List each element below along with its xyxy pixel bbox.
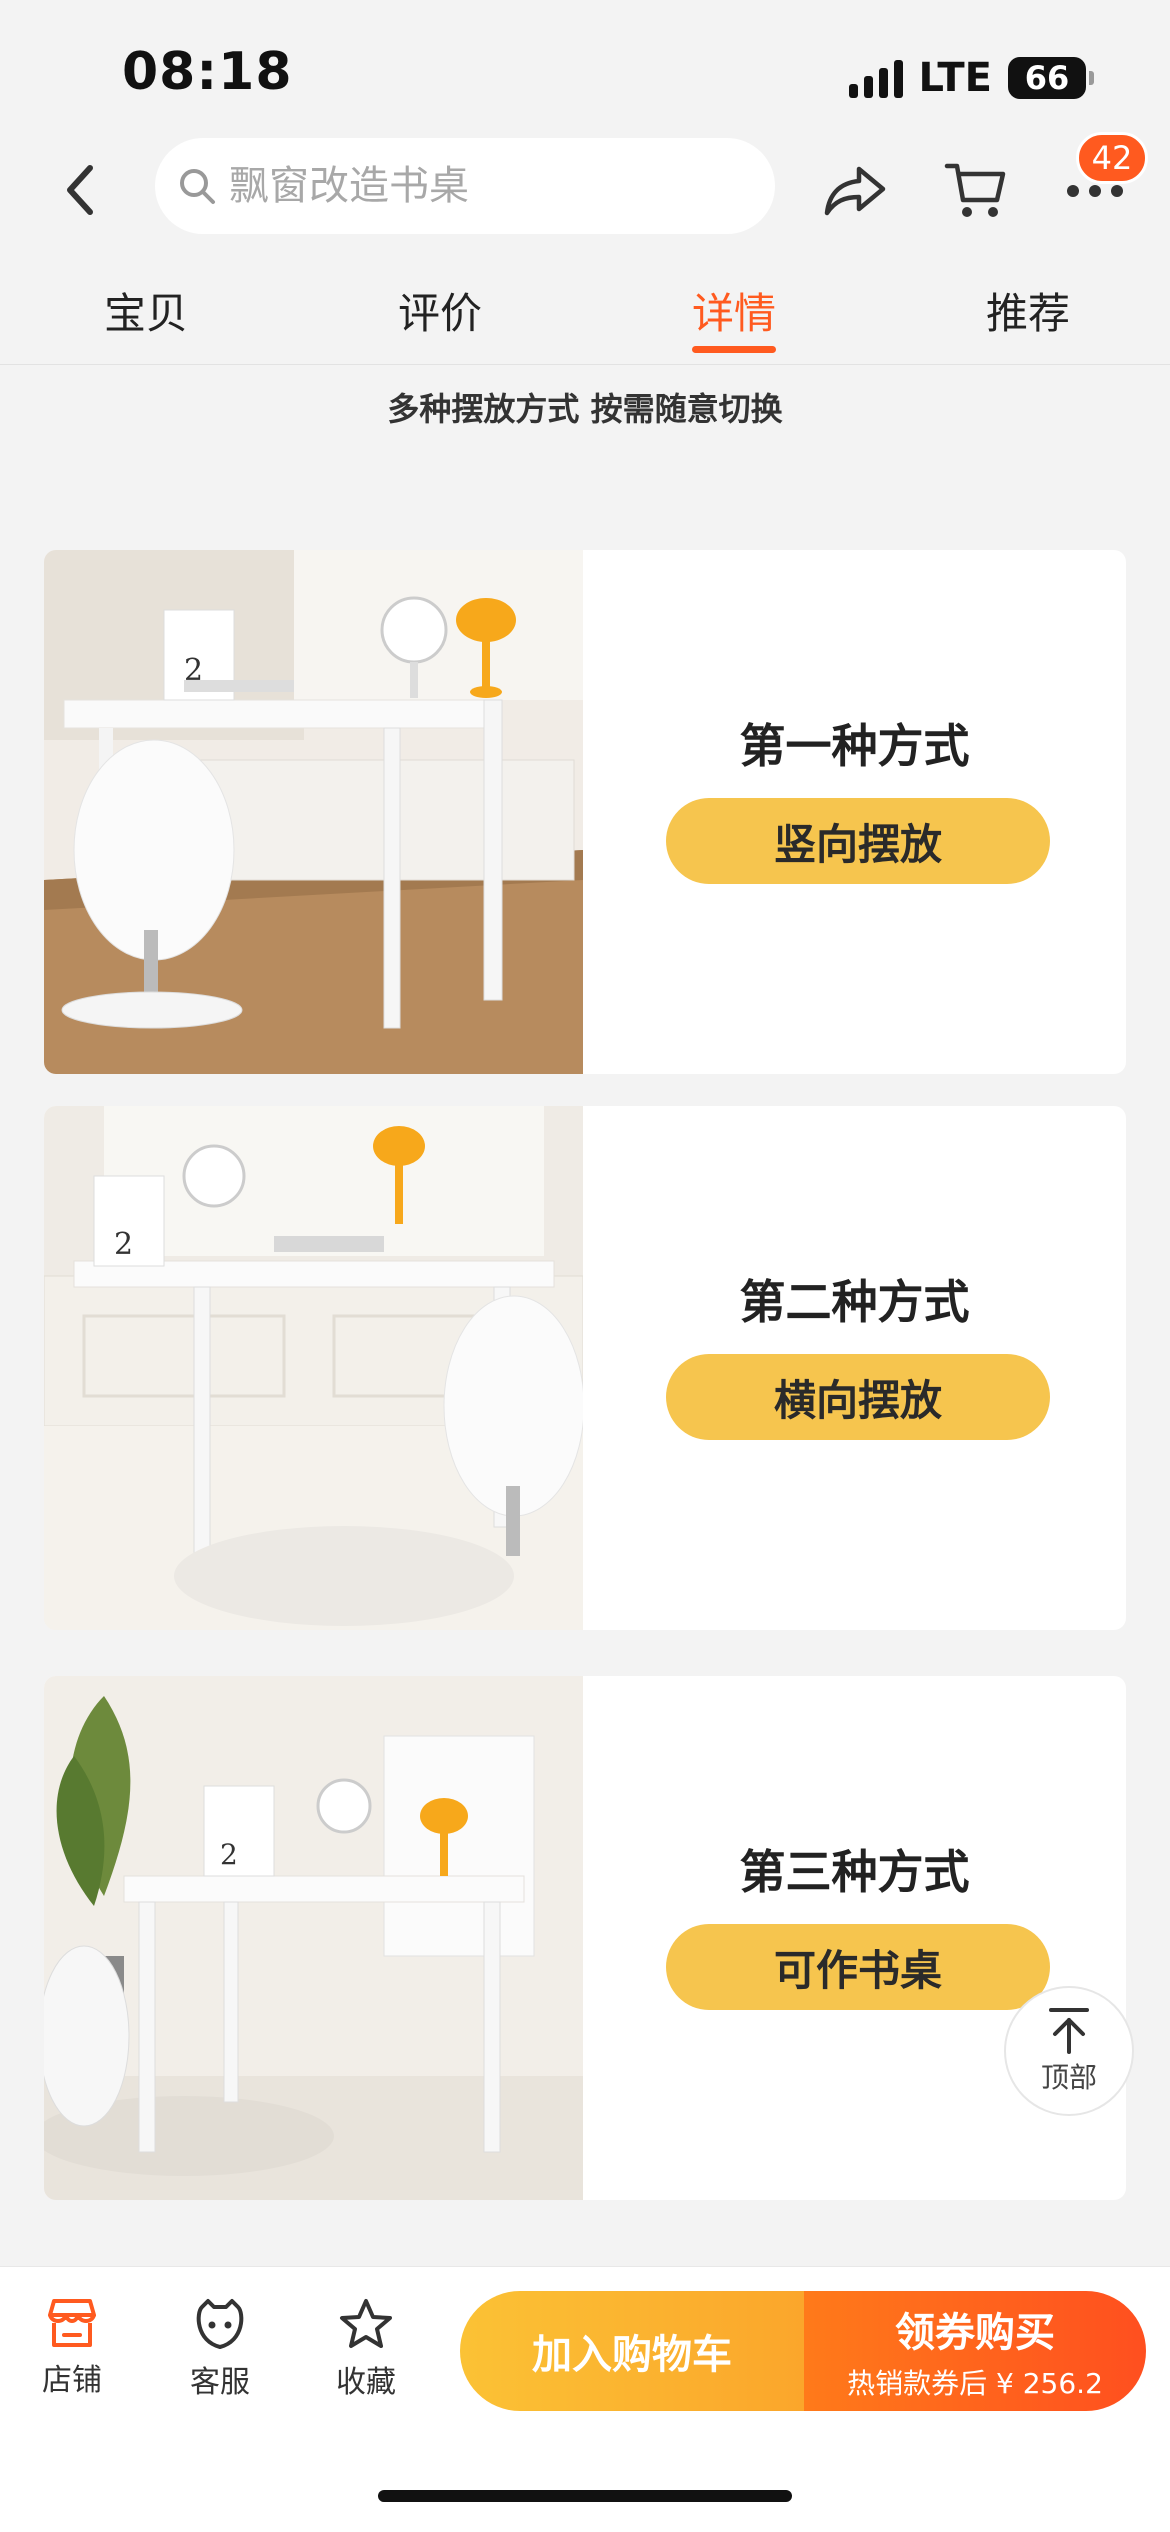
favorite-button[interactable]: 收藏 (306, 2297, 426, 2401)
arrow-up-icon (1049, 2008, 1089, 2054)
more-dots-icon (1067, 185, 1123, 197)
back-button[interactable] (50, 160, 110, 220)
tab-label: 评价 (397, 289, 482, 338)
cart-button[interactable] (940, 156, 1010, 226)
back-arrow-icon (67, 165, 93, 215)
back-to-top-label: 顶部 (1040, 2061, 1097, 2094)
placement-option-card: 2 第二种方式 横向摆放 (44, 1106, 1126, 1630)
detail-heading: 多种摆放方式 按需随意切换 (387, 390, 783, 428)
placement-option-card: 2 第三种方式 可作书桌 (44, 1676, 1126, 2200)
customer-service-button[interactable]: 客服 (160, 2297, 280, 2401)
buy-label: 领券购买 (895, 2310, 1055, 2356)
status-bar: 08:18 LTE 66 (0, 0, 1170, 140)
share-button[interactable] (820, 156, 890, 226)
signal-icon (848, 58, 903, 98)
tab-label: 推荐 (985, 289, 1070, 338)
back-to-top-button[interactable]: 顶部 (1004, 1986, 1134, 2116)
placement-option-card: 2 第一种方式 竖向摆放 (44, 550, 1126, 1074)
status-time: 08:18 (122, 42, 293, 102)
add-to-cart-button[interactable]: 加入购物车 (460, 2291, 804, 2411)
cart-icon (944, 163, 1006, 217)
option-tag: 横向摆放 (666, 1354, 1050, 1440)
svg-text:2: 2 (114, 1227, 133, 1262)
buy-price-hint: 热销款券后 ¥ 256.2 (847, 2367, 1103, 2400)
favorite-label: 收藏 (336, 2365, 396, 2400)
search-input[interactable] (229, 163, 749, 209)
tab-recommend[interactable]: 推荐 (938, 280, 1118, 341)
store-icon (48, 2299, 96, 2347)
tab-bar: 宝贝 评价 详情 推荐 (0, 270, 1170, 364)
status-indicators: LTE 66 (848, 50, 1094, 106)
store-label: 店铺 (42, 2363, 102, 2398)
option-title: 第一种方式 (739, 719, 970, 773)
header: 42 (0, 132, 1170, 246)
svg-text:2: 2 (220, 1838, 238, 1871)
active-tab-indicator (692, 346, 776, 353)
search-bar[interactable] (155, 138, 775, 234)
tab-reviews[interactable]: 评价 (350, 280, 530, 341)
option-tag: 可作书桌 (666, 1924, 1050, 2010)
store-button[interactable]: 店铺 (12, 2297, 132, 2399)
divider (0, 364, 1170, 365)
option-title: 第三种方式 (739, 1845, 970, 1899)
service-label: 客服 (190, 2365, 250, 2400)
option-tag: 竖向摆放 (666, 798, 1050, 884)
service-icon (196, 2299, 244, 2349)
desk-photo: 2 (44, 550, 583, 1074)
battery-level: 66 (1008, 57, 1086, 99)
cart-count-badge: 42 (1076, 132, 1148, 184)
desk-photo: 2 (44, 1676, 583, 2200)
option-title: 第二种方式 (739, 1275, 970, 1329)
add-to-cart-label: 加入购物车 (532, 2332, 732, 2378)
desk-photo: 2 (44, 1106, 583, 1630)
tab-label: 详情 (691, 289, 776, 338)
star-icon (340, 2299, 392, 2348)
tab-details[interactable]: 详情 (644, 280, 824, 353)
search-icon (180, 169, 215, 204)
buy-with-coupon-button[interactable]: 领券购买 热销款券后 ¥ 256.2 (804, 2291, 1146, 2411)
battery-icon: 66 (1008, 57, 1094, 99)
tab-product[interactable]: 宝贝 (56, 280, 236, 341)
home-indicator (378, 2490, 792, 2502)
share-icon (824, 166, 886, 216)
tab-label: 宝贝 (103, 289, 188, 338)
network-label: LTE (918, 55, 992, 101)
